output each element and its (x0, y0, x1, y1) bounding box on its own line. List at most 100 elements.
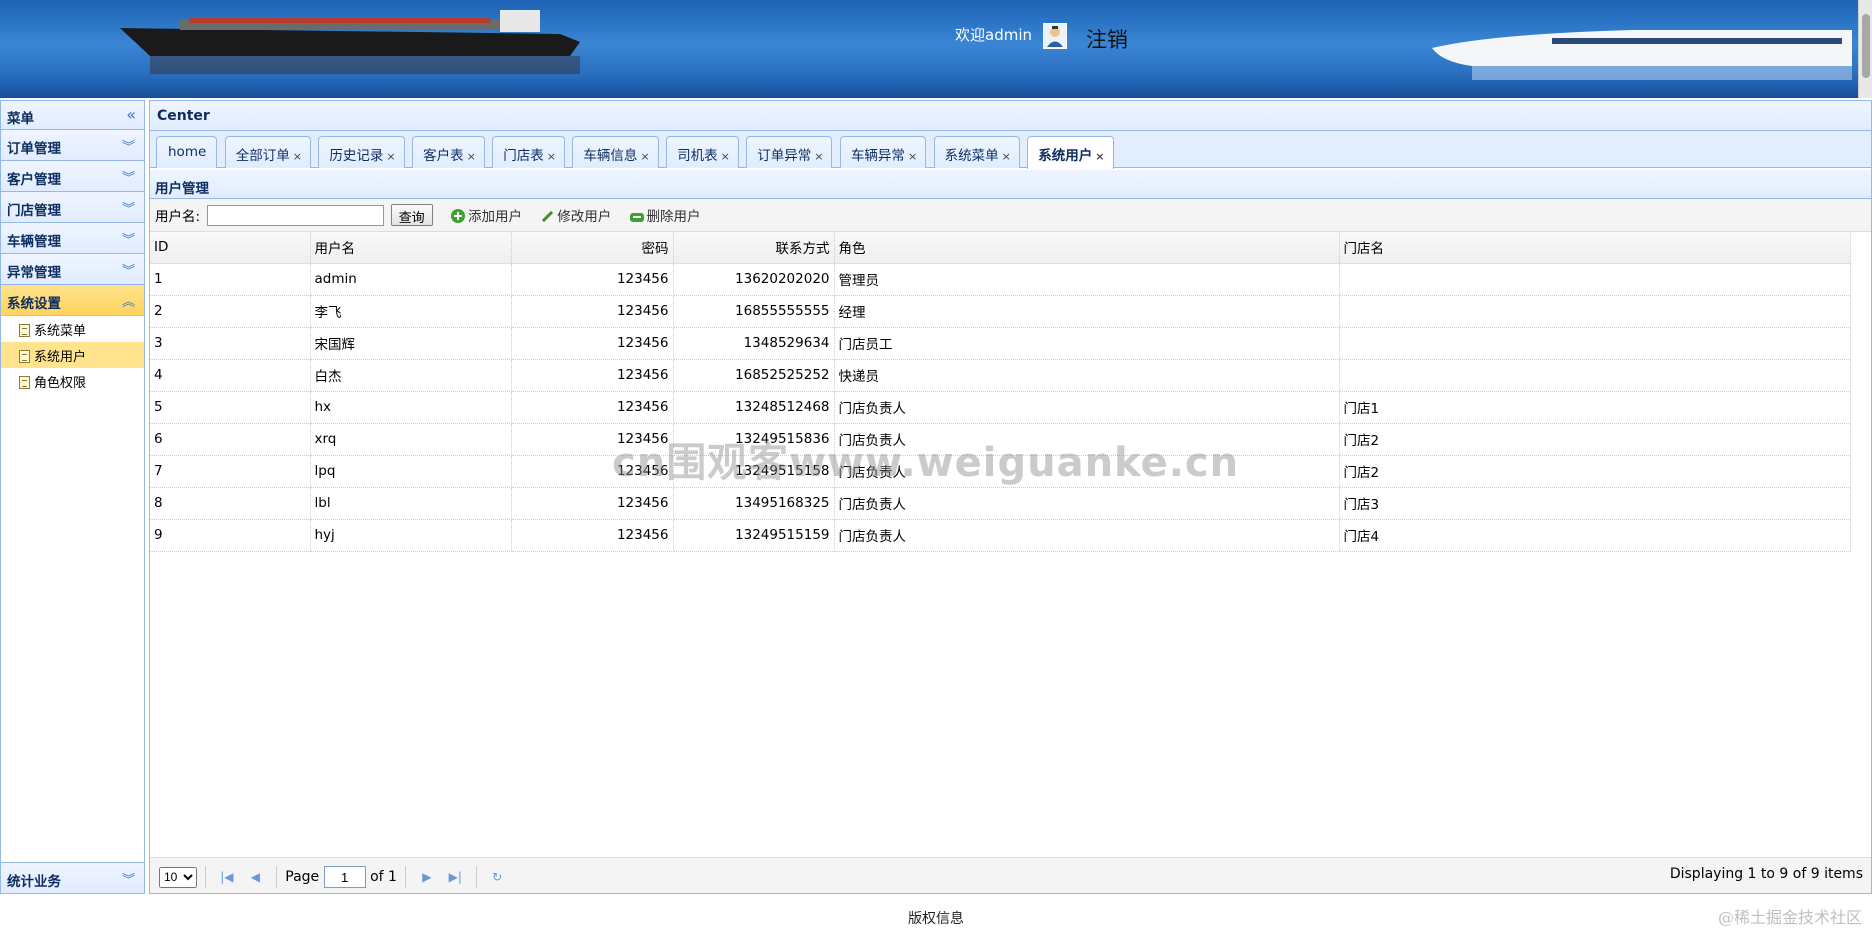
page-size-select[interactable]: 10 (159, 866, 197, 888)
left-menu: 菜单 « 订单管理 ︾ 客户管理 ︾ 门店管理 ︾ 车辆管理 ︾ 异常管理 ︾ … (0, 100, 145, 894)
tree-item-label: 系统用户 (34, 350, 87, 365)
chevron-down-icon[interactable]: ︾ (122, 229, 135, 248)
table-row[interactable]: 8 lbl 123456 13495168325 门店负责人 门店3 (150, 487, 1851, 520)
refresh-icon[interactable]: ↻ (485, 870, 509, 884)
menu-title: 菜单 « (1, 101, 144, 130)
tab-drivers[interactable]: 司机表 × (666, 136, 739, 168)
page-label: Page (285, 869, 320, 885)
close-icon[interactable]: × (908, 150, 917, 163)
close-icon[interactable]: × (814, 150, 823, 163)
menu-section-label: 门店管理 (7, 203, 61, 219)
chevron-down-icon[interactable]: ︾ (122, 198, 135, 217)
menu-section-orders[interactable]: 订单管理 ︾ (1, 130, 144, 161)
cell-id: 9 (150, 519, 311, 552)
chevron-up-icon[interactable]: ︽ (122, 291, 135, 310)
table-row[interactable]: 7 lpq 123456 13249515158 门店负责人 门店2 (150, 455, 1851, 488)
column-header-password[interactable]: 密码 (511, 232, 674, 264)
tree-item-system-users[interactable]: 系统用户 (1, 342, 144, 368)
tab-home[interactable]: home (156, 136, 218, 168)
cell-contact: 1348529634 (673, 327, 835, 360)
close-icon[interactable]: × (640, 150, 649, 163)
chevron-down-icon[interactable]: ︾ (122, 167, 135, 186)
menu-section-stores[interactable]: 门店管理 ︾ (1, 192, 144, 223)
close-icon[interactable]: × (721, 150, 730, 163)
file-icon (19, 324, 30, 337)
column-header-id[interactable]: ID (150, 232, 311, 264)
menu-section-label: 客户管理 (7, 172, 61, 188)
tab-customers[interactable]: 客户表 × (412, 136, 485, 168)
scrollbar-thumb[interactable] (1862, 14, 1870, 78)
pager-separator (275, 866, 277, 888)
close-icon[interactable]: × (467, 150, 476, 163)
cell-username: hyj (310, 519, 512, 552)
cell-username: hx (310, 391, 512, 424)
query-button[interactable]: 查询 (390, 204, 433, 226)
table-row[interactable]: 1 admin 123456 13620202020 管理员 (150, 263, 1851, 296)
chevron-down-icon[interactable]: ︾ (122, 136, 135, 155)
next-page-icon[interactable]: ▶ (415, 870, 439, 884)
tree-item-system-menu[interactable]: 系统菜单 (1, 316, 144, 342)
table-header-row: ID 用户名 密码 联系方式 角色 门店名 (150, 232, 1851, 264)
tab-system-menu[interactable]: 系统菜单 × (933, 136, 1020, 168)
cell-store: 门店2 (1339, 423, 1851, 456)
menu-section-statistics[interactable]: 统计业务 ︾ (1, 862, 144, 893)
chevron-down-icon[interactable]: ︾ (122, 869, 135, 888)
pagination-bar: 10 |◀ ◀ Page of 1 ▶ ▶| ↻ Displaying 1 to… (150, 857, 1871, 893)
menu-section-system-settings[interactable]: 系统设置 ︽ (1, 285, 144, 316)
cell-role: 门店负责人 (834, 487, 1340, 520)
column-header-contact[interactable]: 联系方式 (673, 232, 835, 264)
logout-link[interactable]: 注销 (1086, 24, 1128, 54)
column-header-username[interactable]: 用户名 (310, 232, 512, 264)
tab-vehicle-info[interactable]: 车辆信息 × (572, 136, 659, 168)
menu-section-vehicles[interactable]: 车辆管理 ︾ (1, 223, 144, 254)
tab-vehicle-exceptions[interactable]: 车辆异常 × (839, 136, 927, 168)
pager-separator (205, 866, 207, 888)
tab-label: 订单异常 (757, 148, 812, 164)
close-icon[interactable]: × (1002, 150, 1011, 163)
column-header-role[interactable]: 角色 (834, 232, 1340, 264)
close-icon[interactable]: × (1095, 150, 1104, 163)
pager-separator (405, 866, 407, 888)
cell-contact: 13620202020 (673, 263, 835, 296)
delete-user-button[interactable]: 删除用户 (629, 205, 701, 225)
ship-illustration (120, 10, 580, 74)
cell-id: 3 (150, 327, 311, 360)
page-number-input[interactable] (323, 866, 366, 888)
menu-section-customers[interactable]: 客户管理 ︾ (1, 161, 144, 192)
chevron-down-icon[interactable]: ︾ (122, 260, 135, 279)
train-illustration (1432, 30, 1852, 80)
tab-system-users[interactable]: 系统用户 × (1027, 136, 1114, 169)
collapse-left-icon[interactable]: « (126, 105, 136, 124)
prev-page-icon[interactable]: ◀ (243, 870, 267, 884)
column-header-store[interactable]: 门店名 (1339, 232, 1851, 264)
cell-password: 123456 (511, 295, 674, 328)
tab-history[interactable]: 历史记录 × (318, 136, 405, 168)
tab-order-exceptions[interactable]: 订单异常 × (746, 136, 833, 168)
tab-all-orders[interactable]: 全部订单 × (224, 136, 311, 168)
table-row[interactable]: 4 白杰 123456 16852525252 快递员 (150, 359, 1851, 392)
tree-item-role-permissions[interactable]: 角色权限 (1, 368, 144, 394)
cell-store (1339, 359, 1851, 392)
page-scrollbar[interactable] (1858, 0, 1872, 98)
username-search-input[interactable] (207, 204, 385, 226)
first-page-icon[interactable]: |◀ (215, 870, 239, 884)
cell-store: 门店1 (1339, 391, 1851, 424)
close-icon[interactable]: × (386, 150, 395, 163)
cell-password: 123456 (511, 263, 674, 296)
edit-user-button[interactable]: 修改用户 (540, 205, 611, 225)
close-icon[interactable]: × (547, 150, 556, 163)
cell-password: 123456 (511, 359, 674, 392)
menu-section-label: 异常管理 (7, 265, 61, 281)
add-user-button[interactable]: 添加用户 (450, 205, 522, 225)
last-page-icon[interactable]: ▶| (443, 870, 467, 884)
tab-stores[interactable]: 门店表 × (492, 136, 565, 168)
table-row[interactable]: 6 xrq 123456 13249515836 门店负责人 门店2 (150, 423, 1851, 456)
close-icon[interactable]: × (293, 150, 302, 163)
cell-contact: 13248512468 (673, 391, 835, 424)
table-row[interactable]: 2 李飞 123456 16855555555 经理 (150, 295, 1851, 328)
table-row[interactable]: 5 hx 123456 13248512468 门店负责人 门店1 (150, 391, 1851, 424)
table-row[interactable]: 9 hyj 123456 13249515159 门店负责人 门店4 (150, 519, 1851, 552)
menu-section-exceptions[interactable]: 异常管理 ︾ (1, 254, 144, 285)
pager-separator (475, 866, 477, 888)
table-row[interactable]: 3 宋国辉 123456 1348529634 门店员工 (150, 327, 1851, 360)
